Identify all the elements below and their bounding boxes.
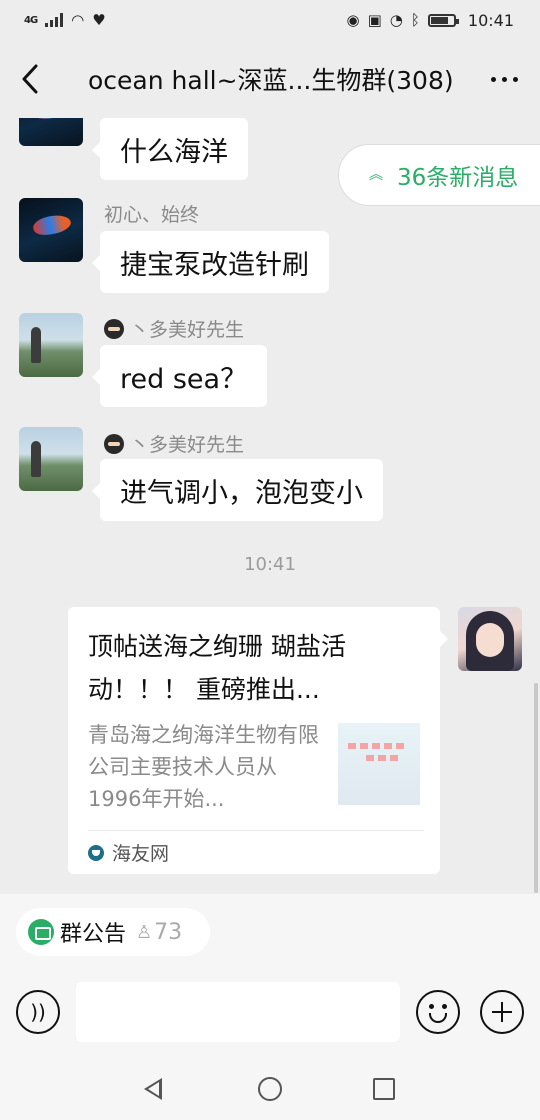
card-thumbnail [338, 723, 420, 805]
system-nav-bar [0, 1060, 540, 1120]
more-options-button[interactable] [468, 40, 540, 118]
chevron-left-icon [22, 64, 38, 94]
sender-name: 初心、始终 [104, 204, 200, 226]
double-chevron-up-icon: ︽ [369, 167, 383, 183]
source-logo-icon [88, 844, 104, 861]
smiley-icon [429, 1013, 447, 1023]
message-text: 什么海洋 [120, 136, 228, 168]
message-list[interactable]: 什么海洋 ︽ 36条新消息 初心、始终 捷宝泵改造针刷 丶多美好先生 red s… [0, 118, 540, 894]
network-type: 4G [24, 14, 38, 26]
message-bubble[interactable]: 捷宝泵改造针刷 [92, 231, 329, 293]
card-description: 青岛海之绚海洋生物有限公司主要技术人员从1996年开始... [88, 723, 319, 811]
status-bar: 4G ◠ ♥ ◉ ▣ ◔ ᛒ 10:41 [0, 0, 540, 40]
avatar[interactable] [19, 118, 83, 146]
card-source: 海友网 [88, 830, 424, 874]
chat-title: ocean hall~深蓝...生物群(308) [88, 66, 454, 95]
sender-name: 丶多美好先生 [104, 315, 244, 342]
battery-icon [427, 13, 459, 27]
alarm-icon: ◔ [389, 10, 403, 29]
avatar[interactable] [19, 427, 83, 491]
nav-home-icon[interactable] [258, 1077, 282, 1101]
new-messages-label: 36条新消息 [397, 165, 519, 191]
bottom-panel: 群公告 ♙ 73 )) [0, 894, 540, 1060]
message-text: red sea？ [120, 363, 248, 395]
message-text: 捷宝泵改造针刷 [120, 249, 309, 281]
message-bubble[interactable]: 什么海洋 [92, 118, 248, 180]
input-row: )) [0, 978, 540, 1048]
nfc-icon: ▣ [367, 10, 382, 29]
new-messages-button[interactable]: ︽ 36条新消息 [338, 144, 540, 206]
title-bar: ocean hall~深蓝...生物群(308) [0, 40, 540, 118]
avatar[interactable] [19, 313, 83, 377]
member-count: ♙ 73 [136, 919, 183, 945]
group-notice-button[interactable]: 群公告 ♙ 73 [16, 908, 210, 956]
message-timestamp: 10:41 [244, 554, 296, 575]
avatar[interactable] [19, 198, 83, 262]
group-notice-label: 群公告 [60, 922, 127, 947]
eye-icon: ◉ [346, 10, 360, 29]
announcement-icon [28, 919, 54, 945]
person-icon: ♙ [136, 921, 153, 943]
nav-back-icon[interactable] [144, 1078, 162, 1100]
scrollbar[interactable] [534, 683, 538, 893]
message-bubble[interactable]: 进气调小，泡泡变小 [92, 459, 383, 521]
sender-name: 丶多美好先生 [104, 430, 244, 457]
signal-icon [45, 13, 64, 27]
my-avatar[interactable] [458, 607, 522, 671]
shared-link-card[interactable]: 顶帖送海之绚珊 瑚盐活动！！！ 重磅推出... 青岛海之绚海洋生物有限公司主要技… [68, 607, 448, 874]
message-text: 进气调小，泡泡变小 [120, 477, 363, 509]
ninja-emoji-icon [104, 433, 124, 454]
status-time: 10:41 [467, 10, 514, 30]
ninja-emoji-icon [104, 318, 124, 339]
card-source-name: 海友网 [112, 843, 170, 865]
wifi-icon: ◠ [71, 10, 85, 29]
voice-input-button[interactable]: )) [16, 990, 60, 1034]
bluetooth-icon: ᛒ [410, 10, 420, 29]
back-button[interactable] [0, 40, 60, 118]
emoji-button[interactable] [416, 990, 460, 1034]
heart-icon: ♥ [92, 10, 106, 29]
message-bubble[interactable]: red sea？ [91, 345, 268, 407]
more-actions-button[interactable] [480, 990, 524, 1034]
card-title: 顶帖送海之绚珊 瑚盐活动！！！ 重磅推出... [88, 632, 346, 704]
message-input[interactable] [76, 982, 400, 1042]
nav-recents-icon[interactable] [373, 1078, 395, 1100]
voice-icon: )) [30, 1000, 46, 1024]
